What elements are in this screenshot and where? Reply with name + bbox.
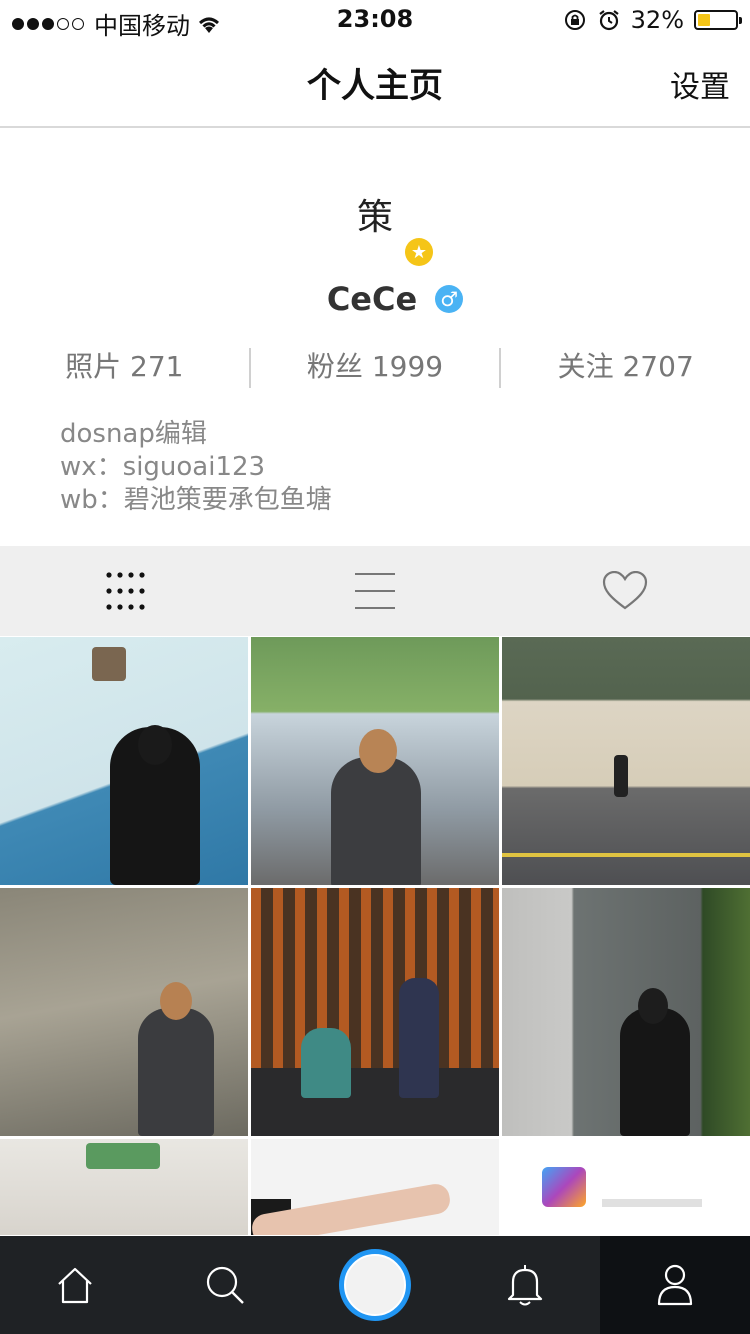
tab-home[interactable]: [0, 1236, 150, 1334]
bio-line: dosnap编辑: [60, 419, 207, 449]
photo-thumbnail[interactable]: [0, 888, 248, 1136]
capture-button-icon: [339, 1249, 411, 1321]
search-icon: [206, 1266, 244, 1304]
heart-icon: [602, 571, 648, 610]
battery-level: [698, 14, 710, 26]
star-badge-icon: ★: [405, 238, 433, 266]
fans-count[interactable]: 粉丝 1999: [251, 344, 500, 390]
home-icon: [58, 1267, 92, 1304]
tab-capture[interactable]: [300, 1236, 450, 1334]
status-right: 32%: [563, 6, 742, 34]
profile-header: 策 ★ CeCe ♂ 照片 271 粉丝 1999 关注 2707 dosnap…: [0, 130, 750, 546]
tab-liked-view[interactable]: [500, 546, 750, 636]
bio-line: wx：siguoai123: [60, 452, 266, 482]
photo-grid: [0, 637, 750, 1235]
alarm-icon: [598, 10, 619, 31]
tab-list-view[interactable]: [250, 546, 500, 636]
grid-icon: [106, 572, 145, 610]
tab-search[interactable]: [150, 1236, 300, 1334]
username: CeCe: [326, 280, 418, 318]
settings-button[interactable]: 设置: [670, 62, 730, 106]
male-icon: ♂: [435, 285, 464, 313]
photo-thumbnail[interactable]: [251, 1139, 499, 1235]
bio-line: wb：碧池策要承包鱼塘: [60, 485, 332, 515]
page-title: 个人主页: [307, 66, 443, 106]
bell-icon: [507, 1265, 543, 1306]
view-tabs: [0, 546, 750, 636]
tab-notifications[interactable]: [450, 1236, 600, 1334]
nav-bar: 个人主页 设置: [0, 40, 750, 128]
person-icon: [657, 1264, 693, 1306]
photo-thumbnail[interactable]: [251, 888, 499, 1136]
bottom-tab-bar: [0, 1236, 750, 1334]
tab-profile[interactable]: [600, 1236, 750, 1334]
photos-count[interactable]: 照片 271: [0, 344, 249, 390]
battery-percent: 32%: [630, 6, 684, 34]
name-row: CeCe ♂: [0, 280, 750, 318]
status-bar: 中国移动 23:08 32%: [0, 0, 750, 40]
avatar[interactable]: 策: [0, 188, 750, 240]
following-count[interactable]: 关注 2707: [501, 344, 750, 390]
photo-thumbnail[interactable]: [502, 888, 750, 1136]
list-icon: [355, 573, 395, 609]
battery-icon: [694, 10, 742, 30]
photo-thumbnail[interactable]: [0, 1139, 248, 1235]
tab-grid-view[interactable]: [0, 546, 250, 636]
photo-thumbnail[interactable]: [251, 637, 499, 885]
profile-stats: 照片 271 粉丝 1999 关注 2707: [0, 344, 750, 390]
bio: dosnap编辑 wx：siguoai123 wb：碧池策要承包鱼塘: [60, 418, 332, 517]
photo-thumbnail[interactable]: [502, 637, 750, 885]
rotation-lock-icon: [564, 10, 585, 30]
photo-thumbnail[interactable]: [0, 637, 248, 885]
photo-thumbnail[interactable]: [502, 1139, 750, 1235]
